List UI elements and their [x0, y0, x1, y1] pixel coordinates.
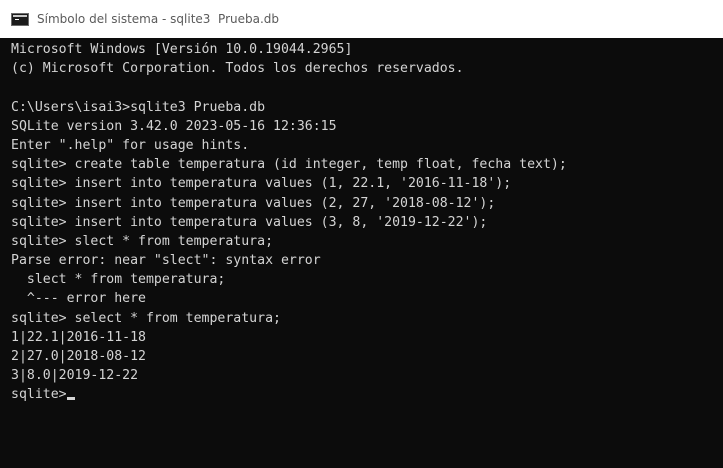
- console-line: slect * from temperatura;: [11, 272, 226, 288]
- console-line: Parse error: near "slect": syntax error: [11, 253, 321, 269]
- title-bar[interactable]: Símbolo del sistema - sqlite3 Prueba.db: [0, 0, 723, 38]
- console-icon: [11, 12, 29, 26]
- console-line: sqlite> create table temperatura (id int…: [11, 157, 567, 173]
- console-line: sqlite> select * from temperatura;: [11, 310, 281, 326]
- console-line: Microsoft Windows [Versión 10.0.19044.29…: [11, 42, 353, 57]
- console-line: ^--- error here: [11, 291, 146, 307]
- console-output[interactable]: Microsoft Windows [Versión 10.0.19044.29…: [11, 40, 721, 405]
- console-line: sqlite> insert into temperatura values (…: [11, 195, 496, 211]
- console-line: 1|22.1|2016-11-18: [11, 329, 146, 345]
- window-title: Símbolo del sistema - sqlite3 Prueba.db: [37, 12, 280, 26]
- prompt-line[interactable]: sqlite>: [11, 385, 721, 404]
- text-cursor: [66, 397, 75, 401]
- console-line: C:\Users\isai3>sqlite3 Prueba.db: [11, 99, 266, 115]
- console-line: SQLite version 3.42.0 2023-05-16 12:36:1…: [11, 118, 337, 134]
- console-line: sqlite> slect * from temperatura;: [11, 233, 274, 249]
- console-line: Enter ".help" for usage hints.: [11, 137, 250, 153]
- console-line: (c) Microsoft Corporation. Todos los der…: [11, 61, 464, 77]
- console-line: 3|8.0|2019-12-22: [11, 368, 139, 384]
- sqlite-prompt: sqlite>: [11, 387, 67, 403]
- console-line: sqlite> insert into temperatura values (…: [11, 214, 488, 230]
- console-line: 2|27.0|2018-08-12: [11, 349, 146, 364]
- command-prompt-window: Símbolo del sistema - sqlite3 Prueba.db …: [0, 0, 723, 468]
- console-line: sqlite> insert into temperatura values (…: [11, 176, 512, 192]
